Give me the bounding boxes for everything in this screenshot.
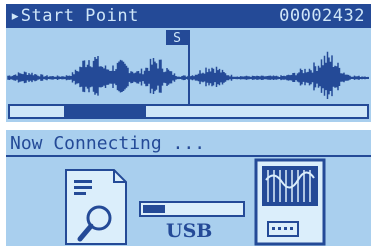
connection-screen: Now Connecting ... USB bbox=[6, 130, 371, 246]
file-search-icon bbox=[65, 169, 127, 245]
scroll-thumb[interactable] bbox=[64, 105, 146, 118]
usb-label: USB bbox=[166, 220, 213, 242]
memory-card-icon bbox=[254, 158, 326, 246]
waveform-display: S bbox=[7, 30, 369, 119]
scroll-bar[interactable] bbox=[8, 104, 369, 119]
waveform-screen: ▸Start Point 00002432 S bbox=[6, 4, 371, 122]
usb-cable-icon bbox=[139, 201, 245, 217]
scroll-track bbox=[8, 104, 369, 119]
start-marker[interactable]: S bbox=[166, 30, 190, 104]
marker-label: S bbox=[173, 31, 181, 46]
transfer-progress-fill bbox=[143, 205, 165, 213]
